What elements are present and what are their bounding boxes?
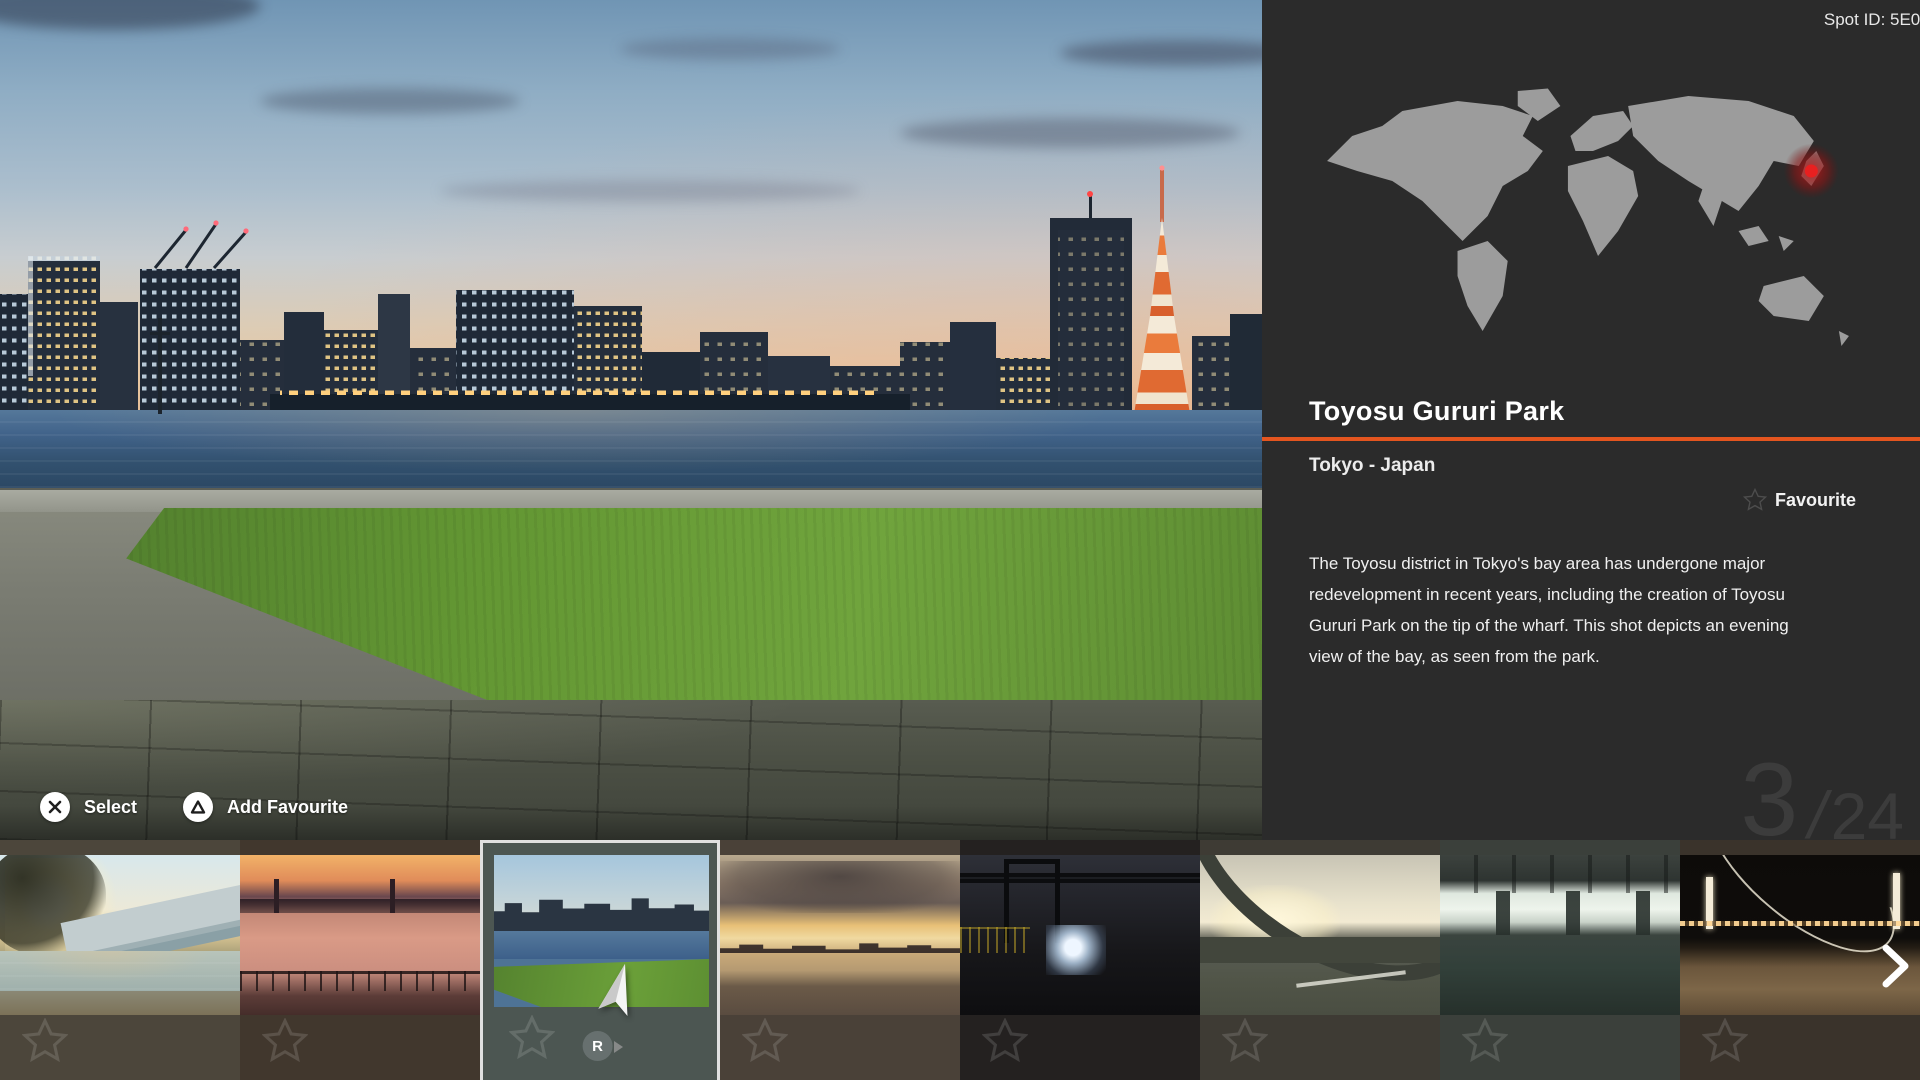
thumbnail-photo xyxy=(1200,855,1440,1015)
garage-pillars xyxy=(1440,891,1680,935)
bridge-tower xyxy=(274,879,279,913)
ceiling-beams xyxy=(1440,855,1680,893)
city-silhouette xyxy=(720,941,960,953)
cloud xyxy=(260,88,520,114)
waterfront-mast xyxy=(158,318,162,414)
r-badge-arrow-icon xyxy=(614,1041,623,1053)
park-ground xyxy=(0,488,1262,702)
bay-water xyxy=(494,931,709,959)
tokyo-skyline xyxy=(0,144,1262,416)
railing xyxy=(240,971,480,991)
thumbnail-highway-loop-sunset[interactable] xyxy=(1200,840,1440,1080)
thumbnail-photo xyxy=(240,855,480,1015)
thumbnail-sunrise-highway-bridge[interactable] xyxy=(0,840,240,1080)
button-hints: Select Add Favourite xyxy=(40,792,348,822)
add-favourite-label: Add Favourite xyxy=(227,797,348,818)
favourite-star-icon xyxy=(509,1015,555,1061)
yellow-fence xyxy=(960,927,1030,953)
main-photo: Select Add Favourite xyxy=(0,0,1262,840)
thumbnail-photo xyxy=(1440,855,1680,1015)
pointer-cursor xyxy=(595,961,641,1023)
dark-clouds xyxy=(720,861,960,913)
bridge-tower xyxy=(390,879,395,913)
city-skyline xyxy=(494,897,709,931)
add-favourite-control[interactable]: Add Favourite xyxy=(183,792,348,822)
favourite-star-icon xyxy=(742,1018,788,1064)
pipes xyxy=(960,873,1200,883)
thumbnail-parking-garage[interactable] xyxy=(1440,840,1680,1080)
accent-divider xyxy=(1262,437,1920,441)
thumbnail-industrial-plant-night[interactable] xyxy=(960,840,1200,1080)
triangle-button-icon xyxy=(183,792,213,822)
spot-counter: 3 / 24 xyxy=(1740,748,1904,852)
favourite-star-icon xyxy=(1743,488,1767,512)
thumbnail-odaiba-beach-sunset[interactable] xyxy=(720,840,960,1080)
select-label: Select xyxy=(84,797,137,818)
bridge-deck-lights xyxy=(1680,921,1920,926)
favourite-star-icon xyxy=(1462,1018,1508,1064)
thumbnail-strip: R xyxy=(0,840,1920,1080)
favourite-star-icon xyxy=(262,1018,308,1064)
world-map xyxy=(1312,86,1864,356)
favourite-star-icon xyxy=(22,1018,68,1064)
favourite-star-icon xyxy=(982,1018,1028,1064)
spot-description: The Toyosu district in Tokyo's bay area … xyxy=(1309,548,1860,672)
thumbnail-photo xyxy=(1680,855,1920,1015)
bay-water xyxy=(0,410,1262,490)
thumbnail-toyosu-park-selected[interactable]: R xyxy=(480,840,720,1080)
spot-id: Spot ID: 5E0I xyxy=(1824,10,1920,30)
info-panel: Spot ID: 5E0I Toyosu Guru xyxy=(1262,0,1920,840)
counter-separator: / xyxy=(1808,782,1826,848)
thumbnail-photo xyxy=(720,855,960,1015)
grass-field xyxy=(0,508,1262,702)
favourite-label: Favourite xyxy=(1775,490,1856,511)
retaining-wall xyxy=(1200,937,1440,963)
select-control[interactable]: Select xyxy=(40,792,137,822)
cross-button-icon xyxy=(40,792,70,822)
spot-location: Tokyo - Japan xyxy=(1309,455,1435,477)
cloud xyxy=(620,38,840,60)
water xyxy=(0,951,240,991)
favourite-star-icon xyxy=(1222,1018,1268,1064)
spot-title: Toyosu Gururi Park xyxy=(1309,396,1564,427)
vending-machine-light xyxy=(1046,925,1106,975)
favourite-star-icon xyxy=(1702,1018,1748,1064)
counter-current: 3 xyxy=(1740,748,1798,852)
thumbnail-sunset-bay-rainbow-bridge[interactable] xyxy=(240,840,480,1080)
r-shoulder-badge: R xyxy=(583,1031,613,1061)
thumbnail-photo xyxy=(960,855,1200,1015)
thumbnail-photo xyxy=(0,855,240,1015)
map-marker xyxy=(1805,165,1818,178)
scapes-spot-screen: Select Add Favourite Spot ID: 5E0I xyxy=(0,0,1920,1080)
next-page-chevron-icon[interactable] xyxy=(1878,943,1912,989)
favourite-toggle[interactable]: Favourite xyxy=(1743,488,1856,512)
